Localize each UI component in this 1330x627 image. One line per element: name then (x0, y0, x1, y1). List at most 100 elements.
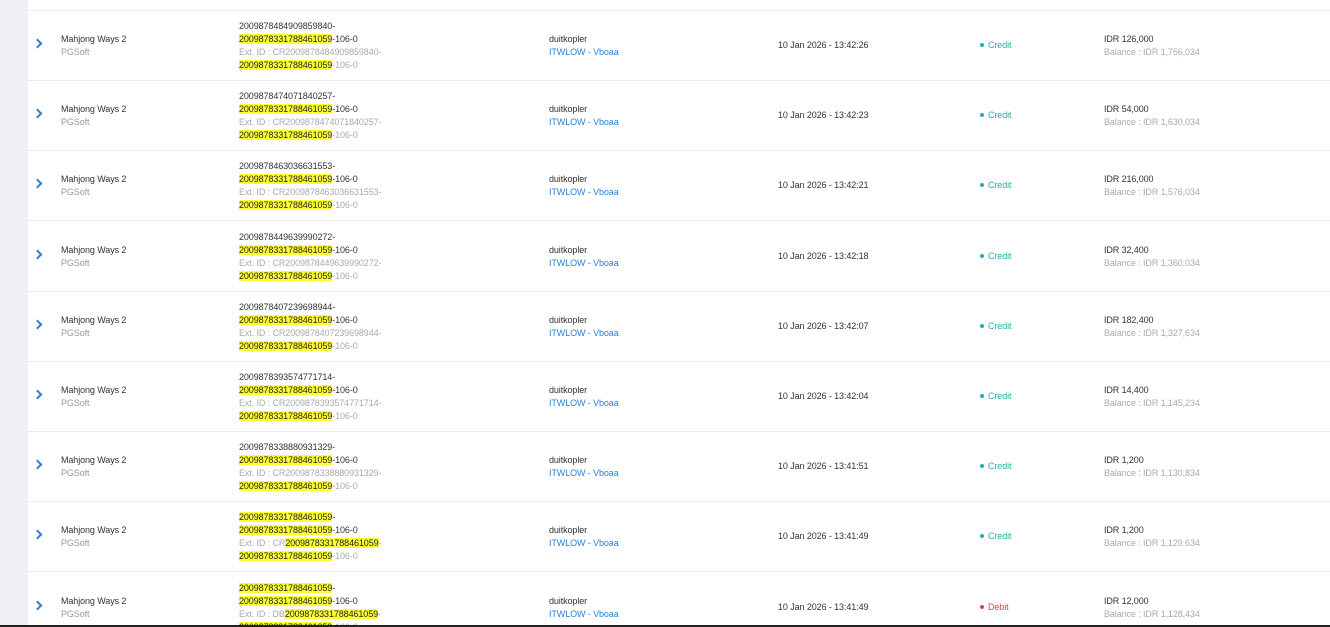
transaction-id-cell: 2009878484909859840- 2009878331788461059-… (239, 20, 382, 72)
table-row[interactable]: Mahjong Ways 2 PGSoft 2009878393574771714-… (28, 362, 1330, 432)
transaction-date: 10 Jan 2026 - 13:42:23 (778, 110, 869, 121)
transaction-id-line: Ext. ID : CR2009878463036631553- (239, 186, 382, 199)
chevron-right-icon[interactable] (32, 249, 43, 260)
transaction-id-segment: 2009878331788461059 (239, 104, 333, 115)
transaction-id-line: 2009878331788461059-106-0 (239, 59, 381, 72)
transaction-id-segment: 2009878393574771714- (239, 372, 336, 382)
player-username: duitkopler (549, 595, 588, 606)
chevron-right-icon[interactable] (32, 600, 43, 611)
game-name: Mahjong Ways 2 (61, 595, 127, 606)
transaction-id-segment: Ext. ID : CR2009878393574771714- (239, 398, 382, 408)
agent-link[interactable]: ITWLOW - Vboaa (549, 608, 619, 621)
chevron-right-icon[interactable] (32, 319, 43, 330)
player-username: duitkopler (549, 244, 588, 255)
game-provider: PGSoft (61, 47, 90, 57)
transaction-id-segment: -106-0 (332, 385, 358, 395)
agent-link[interactable]: ITWLOW - Vboaa (549, 397, 619, 410)
chevron-right-icon[interactable] (32, 529, 43, 540)
transaction-id-segment: -106-0 (332, 174, 358, 185)
transaction-id-line: Ext. ID : CR2009878393574771714- (239, 397, 382, 410)
table-row[interactable]: Mahjong Ways 2 PGSoft 2009878331788461059-… (28, 502, 1330, 573)
transaction-id-line: 2009878331788461059-106-0 (239, 550, 381, 563)
transaction-id-segment: -106-0 (332, 411, 358, 421)
transaction-id-cell: 2009878338880931329- 2009878331788461059-… (239, 441, 382, 493)
transaction-id-segment: 2009878331788461059 (239, 385, 333, 395)
chevron-right-icon[interactable] (32, 178, 43, 189)
transaction-type-label: Credit (988, 110, 1012, 121)
dot-icon (980, 323, 984, 328)
transaction-amount: IDR 216,000 (1104, 174, 1154, 185)
transaction-id-segment: 2009878407239698944- (239, 301, 336, 312)
transaction-type-badge: Credit (980, 391, 1012, 401)
dot-icon (980, 604, 984, 609)
transaction-id-line: 2009878331788461059-106-0 (239, 270, 381, 283)
transaction-type-badge: Credit (980, 461, 1012, 471)
balance-after: Balance : IDR 1,576,034 (1104, 187, 1200, 198)
game-cell: Mahjong Ways 2 PGSoft (61, 384, 126, 410)
transaction-type-badge: Credit (980, 180, 1012, 190)
transaction-date: 10 Jan 2026 - 13:42:18 (778, 250, 869, 261)
amount-cell: IDR 126,000 Balance : IDR 1,756,034 (1104, 33, 1200, 59)
game-provider: PGSoft (61, 468, 90, 479)
agent-link[interactable]: ITWLOW - Vboaa (549, 116, 619, 129)
game-cell: Mahjong Ways 2 PGSoft (61, 103, 126, 129)
dot-icon (980, 183, 984, 188)
transaction-id-line: Ext. ID : CR2009878407239698944- (239, 327, 382, 340)
transaction-id-segment: Ext. ID : CR2009878407239698944- (239, 327, 382, 338)
transaction-id-line: 2009878331788461059-106-0 (239, 199, 381, 212)
transaction-id-segment: 2009878331788461059 (239, 582, 333, 593)
transaction-type-label: Credit (988, 531, 1012, 542)
chevron-right-icon[interactable] (32, 38, 43, 49)
table-row[interactable]: Mahjong Ways 2 PGSoft 2009878449639990272-… (28, 222, 1330, 292)
transaction-id-segment: -106-0 (332, 481, 358, 492)
player-cell: duitkopler ITWLOW - Vboaa (549, 33, 619, 59)
transaction-id-line: 2009878484909859840- (239, 20, 381, 33)
player-cell: duitkopler ITWLOW - Vboaa (549, 314, 619, 340)
transaction-id-segment: 2009878331788461059 (239, 411, 333, 421)
game-name: Mahjong Ways 2 (61, 525, 127, 536)
player-username: duitkopler (549, 314, 588, 325)
agent-link[interactable]: ITWLOW - Vboaa (549, 467, 619, 480)
game-name: Mahjong Ways 2 (61, 104, 127, 115)
game-name: Mahjong Ways 2 (61, 314, 127, 325)
chevron-right-icon[interactable] (32, 108, 43, 119)
table-row[interactable]: Mahjong Ways 2 PGSoft 2009878407239698944-… (28, 292, 1330, 362)
player-username: duitkopler (549, 104, 588, 115)
transaction-date: 10 Jan 2026 - 13:41:49 (778, 531, 869, 542)
game-cell: Mahjong Ways 2 PGSoft (61, 173, 126, 199)
transaction-id-segment: - (332, 582, 336, 593)
balance-after: Balance : IDR 1,145,234 (1104, 398, 1200, 408)
transaction-amount: IDR 14,400 (1104, 385, 1149, 395)
transaction-id-cell: 2009878474071840257- 2009878331788461059-… (239, 90, 382, 142)
agent-link[interactable]: ITWLOW - Vboaa (549, 186, 619, 199)
agent-link[interactable]: ITWLOW - Vboaa (549, 46, 619, 59)
chevron-right-icon[interactable] (32, 459, 43, 470)
table-row[interactable]: Mahjong Ways 2 PGSoft 2009878463036631553-… (28, 151, 1330, 222)
balance-after: Balance : IDR 1,129,634 (1104, 538, 1200, 549)
chevron-right-icon[interactable] (32, 389, 43, 400)
transaction-id-segment: -106-0 (332, 244, 358, 255)
transaction-id-segment: 2009878474071840257- (239, 91, 336, 102)
transaction-id-segment: - (378, 538, 382, 549)
table-row[interactable]: Mahjong Ways 2 PGSoft 2009878474071840257-… (28, 81, 1330, 152)
table-row[interactable]: Mahjong Ways 2 PGSoft 2009878484909859840-… (28, 11, 1330, 81)
game-name: Mahjong Ways 2 (61, 455, 127, 466)
transaction-type-label: Credit (988, 250, 1012, 261)
agent-link[interactable]: ITWLOW - Vboaa (549, 537, 619, 550)
transaction-id-cell: 2009878331788461059- 2009878331788461059-… (239, 582, 381, 625)
table-row[interactable]: Mahjong Ways 2 PGSoft 2009878338880931329-… (28, 432, 1330, 503)
transaction-id-segment: 2009878331788461059 (239, 525, 333, 536)
transaction-id-segment: 2009878331788461059 (239, 200, 333, 211)
transaction-id-segment: 2009878331788461059 (239, 551, 333, 562)
transaction-id-segment: 2009878463036631553- (239, 161, 336, 172)
transaction-id-line: Ext. ID : CR2009878331788461059- (239, 537, 382, 550)
transaction-id-segment: 2009878331788461059 (239, 270, 333, 281)
player-username: duitkopler (549, 455, 588, 466)
game-cell: Mahjong Ways 2 PGSoft (61, 454, 126, 480)
agent-link[interactable]: ITWLOW - Vboaa (549, 257, 619, 270)
agent-link[interactable]: ITWLOW - Vboaa (549, 327, 619, 340)
transaction-id-cell: 2009878463036631553- 2009878331788461059-… (239, 160, 382, 212)
table-row[interactable]: Mahjong Ways 2 PGSoft 2009878331788461059-… (28, 573, 1330, 625)
transaction-id-segment: -106-0 (332, 595, 358, 606)
amount-cell: IDR 14,400 Balance : IDR 1,145,234 (1104, 384, 1200, 410)
